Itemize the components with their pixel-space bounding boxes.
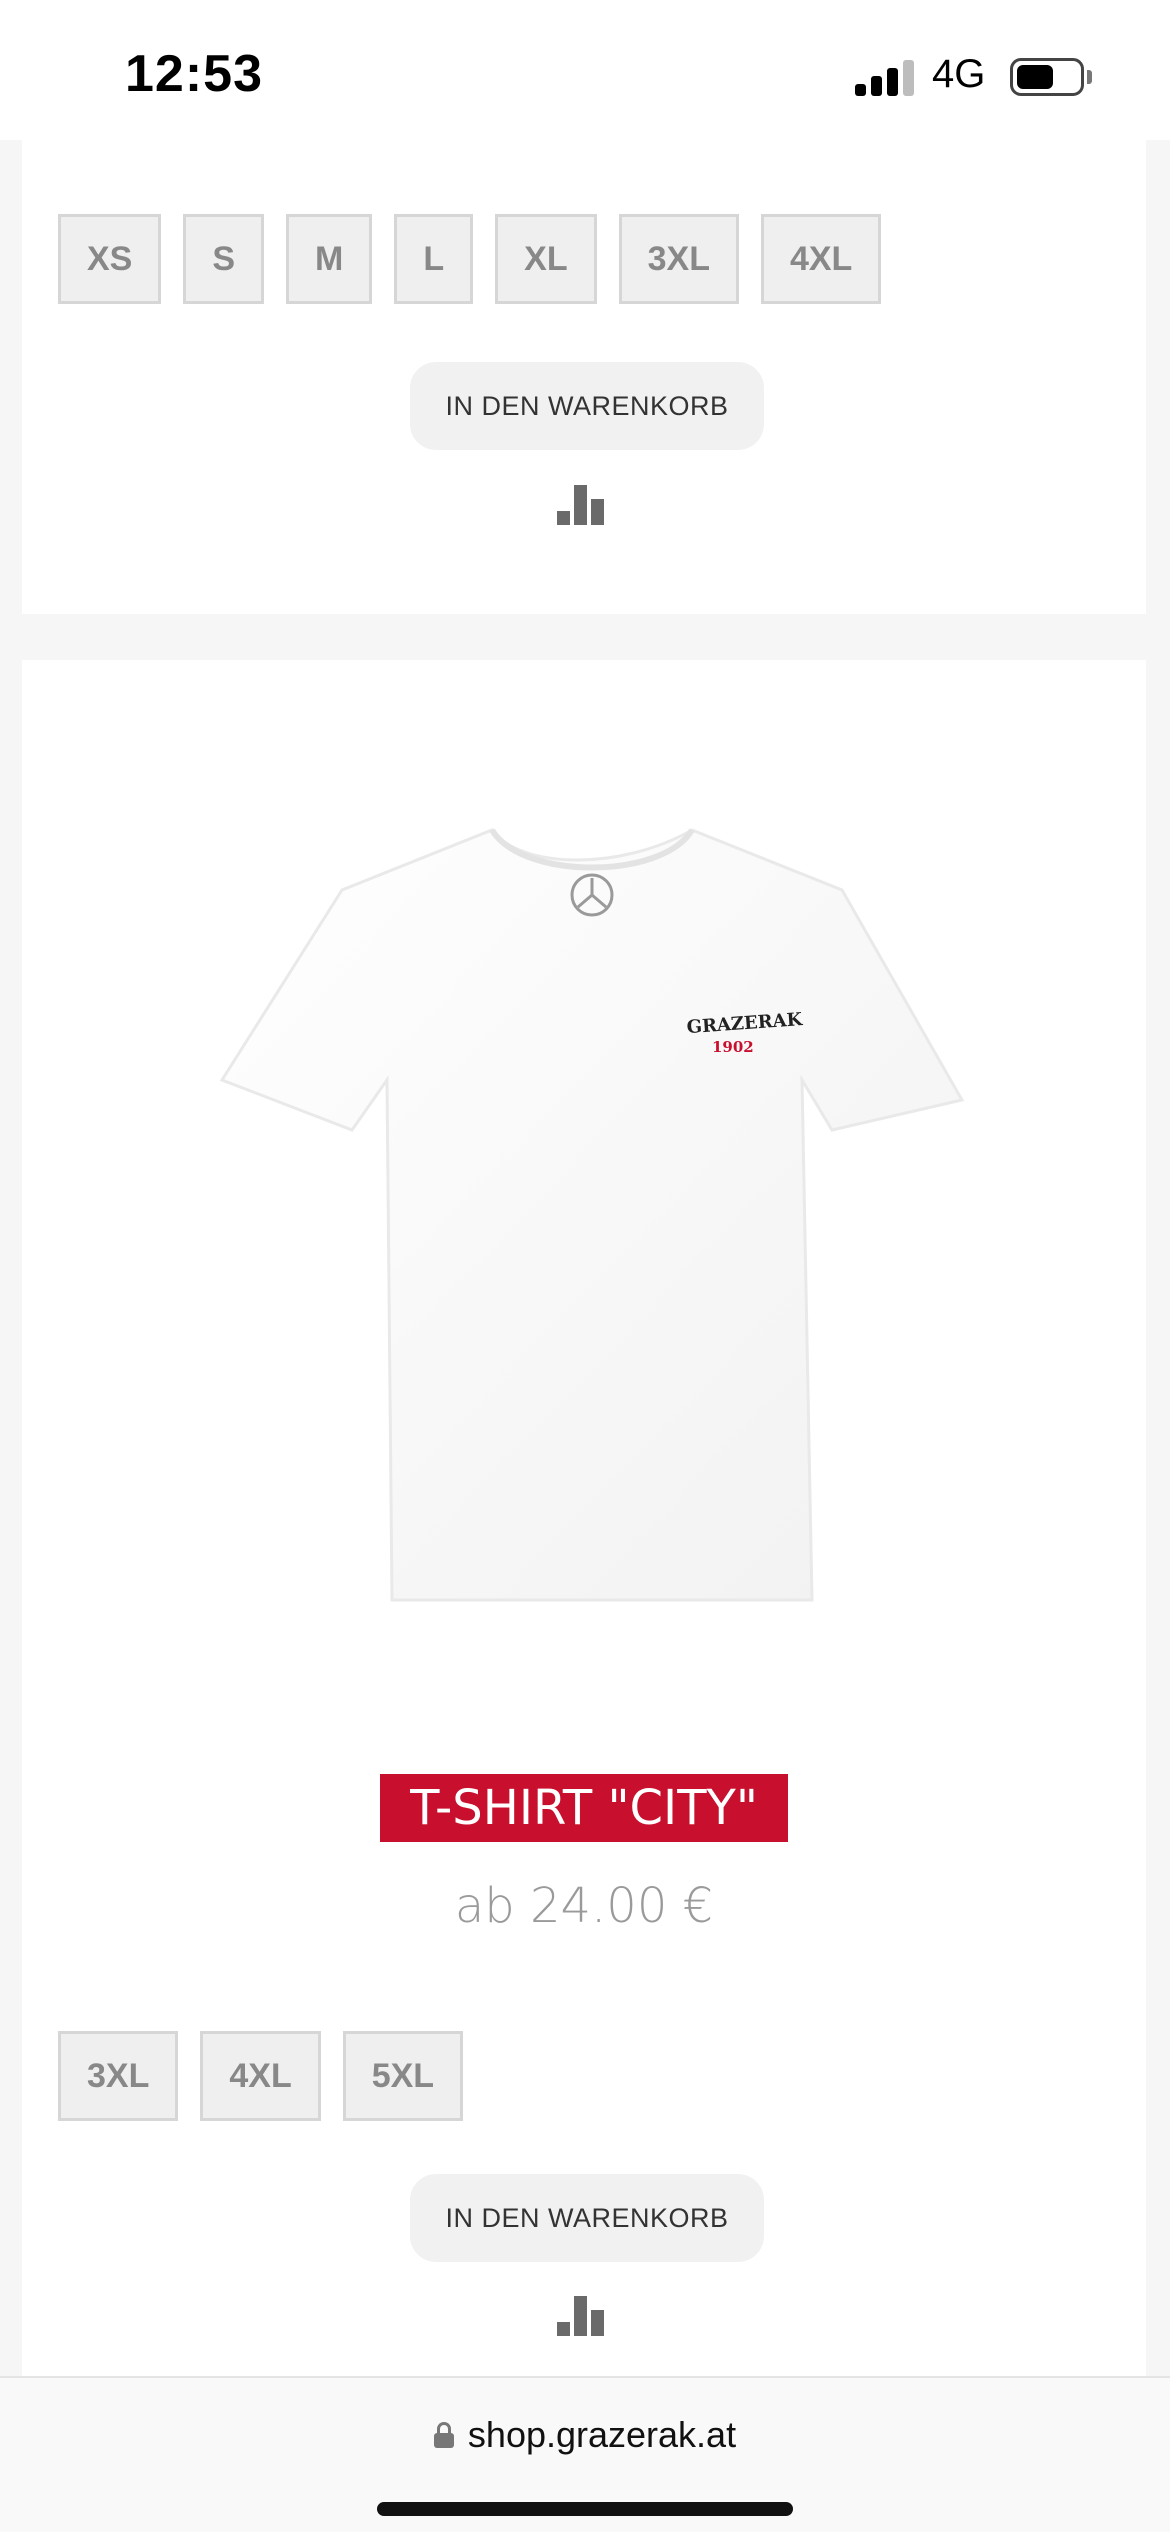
page: 12:53 4G XS S M L XL 3XL 4XL IN DEN WARE…: [0, 0, 1170, 2532]
size-option-l[interactable]: L: [394, 214, 474, 304]
browser-address-bar: shop.grazerak.at: [0, 2376, 1170, 2532]
product-title-wrap: T-SHIRT "CITY": [22, 1774, 1146, 1842]
size-option-3xl[interactable]: 3XL: [58, 2031, 179, 2121]
size-option-4xl[interactable]: 4XL: [200, 2031, 321, 2121]
product-card: GRAZERAK 1902 T-SHIRT "CITY" ab 24.00 € …: [22, 660, 1146, 2380]
network-type: 4G: [932, 52, 986, 96]
size-option-s[interactable]: S: [183, 214, 265, 304]
url-text[interactable]: shop.grazerak.at: [468, 2414, 736, 2456]
status-bar: 12:53 4G: [0, 0, 1170, 140]
size-options: XS S M L XL 3XL 4XL: [58, 214, 882, 304]
home-indicator[interactable]: [377, 2502, 793, 2516]
size-option-3xl[interactable]: 3XL: [618, 214, 739, 304]
size-option-5xl[interactable]: 5XL: [342, 2031, 464, 2121]
size-options: 3XL 4XL 5XL: [58, 2031, 464, 2121]
product-logo-year: 1902: [712, 1038, 754, 1056]
lock-icon: [433, 2422, 454, 2448]
product-image[interactable]: GRAZERAK 1902: [192, 810, 972, 1630]
add-to-cart-button[interactable]: IN DEN WARENKORB: [410, 2174, 764, 2262]
product-price: ab 24.00 €: [454, 1878, 714, 1934]
add-to-cart-button[interactable]: IN DEN WARENKORB: [410, 362, 764, 450]
size-option-xs[interactable]: XS: [58, 214, 162, 304]
size-option-xl[interactable]: XL: [495, 214, 597, 304]
product-title[interactable]: T-SHIRT "CITY": [380, 1774, 788, 1842]
battery-level: [1017, 65, 1053, 89]
bar-chart-icon[interactable]: [557, 2296, 607, 2336]
battery-icon: [1010, 58, 1084, 96]
cellular-signal-icon: [855, 58, 915, 96]
product-card-previous: XS S M L XL 3XL 4XL IN DEN WARENKORB: [22, 140, 1146, 614]
battery-cap: [1087, 70, 1092, 84]
url-field[interactable]: shop.grazerak.at: [0, 2414, 1170, 2456]
bar-chart-icon[interactable]: [557, 485, 607, 525]
size-option-m[interactable]: M: [286, 214, 373, 304]
status-time: 12:53: [125, 45, 263, 103]
size-option-4xl[interactable]: 4XL: [760, 214, 882, 304]
